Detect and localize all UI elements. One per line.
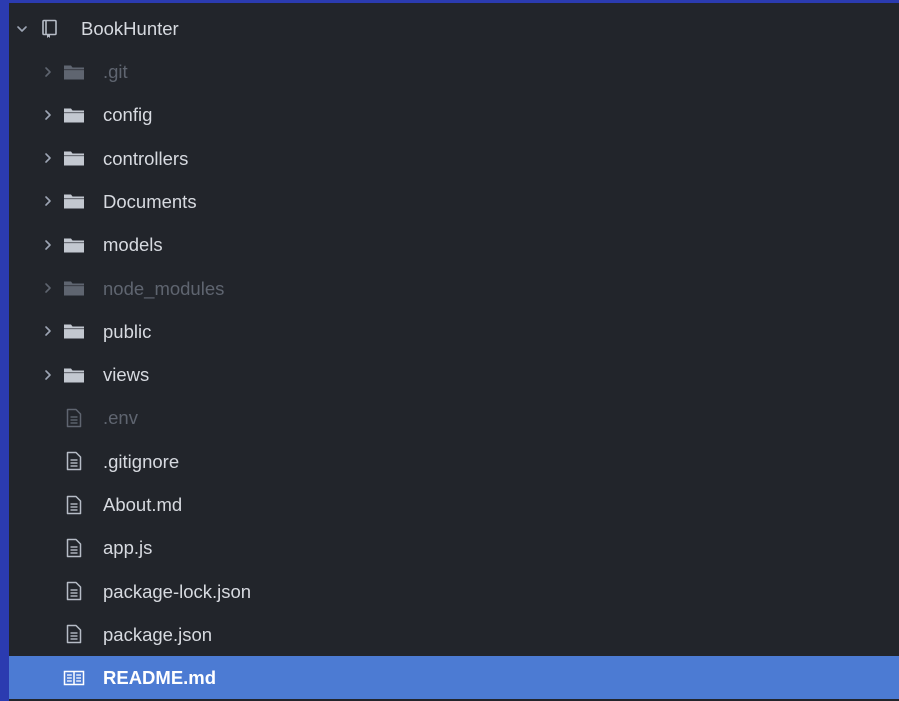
tree-file-row[interactable]: About.md: [9, 483, 899, 526]
folder-label: config: [103, 104, 153, 126]
chevron-right-icon[interactable]: [41, 137, 55, 180]
tree-folder-row[interactable]: node_modules: [9, 267, 899, 310]
file-label: package-lock.json: [103, 580, 252, 602]
folder-label: node_modules: [103, 277, 225, 299]
folder-label: .git: [103, 61, 128, 82]
folder-label: models: [103, 234, 163, 256]
chevron-right-icon[interactable]: [41, 267, 55, 310]
tree-file-row[interactable]: .env: [9, 396, 899, 439]
chevron-right-icon[interactable]: [41, 310, 55, 353]
tree-file-row[interactable]: app.js: [9, 526, 899, 569]
tree-file-row[interactable]: README.md: [9, 656, 899, 700]
file-text-icon: [63, 440, 85, 483]
root-folder-label: BookHunter: [81, 18, 179, 39]
file-text-icon: [63, 483, 85, 526]
file-text-icon: [63, 526, 85, 569]
folder-icon: [63, 180, 85, 223]
file-tree-panel[interactable]: BookHunter .git config controllers Document…: [9, 3, 899, 701]
file-label: app.js: [103, 537, 153, 559]
folder-icon: [63, 137, 85, 180]
file-label: About.md: [103, 494, 183, 515]
repo-icon: [39, 7, 61, 50]
folder-icon: [63, 310, 85, 353]
folder-label: public: [103, 320, 152, 342]
tree-folder-row[interactable]: Documents: [9, 180, 899, 223]
tree-folder-row[interactable]: public: [9, 310, 899, 353]
folder-icon: [63, 50, 85, 93]
tree-folder-row[interactable]: models: [9, 223, 899, 266]
tree-root-bookhunter[interactable]: BookHunter: [9, 7, 899, 50]
folder-label: controllers: [103, 147, 189, 169]
chevron-right-icon[interactable]: [41, 93, 55, 136]
file-label: package.json: [103, 623, 213, 645]
file-label: .env: [103, 407, 138, 429]
chevron-right-icon[interactable]: [41, 353, 55, 396]
folder-label: views: [103, 364, 150, 386]
chevron-down-icon[interactable]: [15, 7, 29, 50]
file-text-icon: [63, 613, 85, 656]
folder-label: Documents: [103, 190, 197, 212]
window-frame: BookHunter .git config controllers Document…: [0, 0, 899, 701]
chevron-right-icon[interactable]: [41, 50, 55, 93]
tree-folder-row[interactable]: views: [9, 353, 899, 396]
file-text-icon: [63, 396, 85, 439]
tree-file-row[interactable]: package-lock.json: [9, 570, 899, 613]
folder-icon: [63, 93, 85, 136]
tree-file-row[interactable]: .gitignore: [9, 440, 899, 483]
folder-icon: [63, 353, 85, 396]
tree-folder-row[interactable]: config: [9, 93, 899, 136]
folder-icon: [63, 267, 85, 310]
book-icon: [63, 656, 85, 699]
chevron-right-icon[interactable]: [41, 180, 55, 223]
tree-folder-row[interactable]: .git: [9, 50, 899, 93]
tree-file-row[interactable]: package.json: [9, 613, 899, 656]
file-label: README.md: [103, 667, 217, 689]
file-label: .gitignore: [103, 450, 180, 472]
folder-icon: [63, 223, 85, 266]
tree-folder-row[interactable]: controllers: [9, 137, 899, 180]
chevron-right-icon[interactable]: [41, 223, 55, 266]
file-text-icon: [63, 570, 85, 613]
